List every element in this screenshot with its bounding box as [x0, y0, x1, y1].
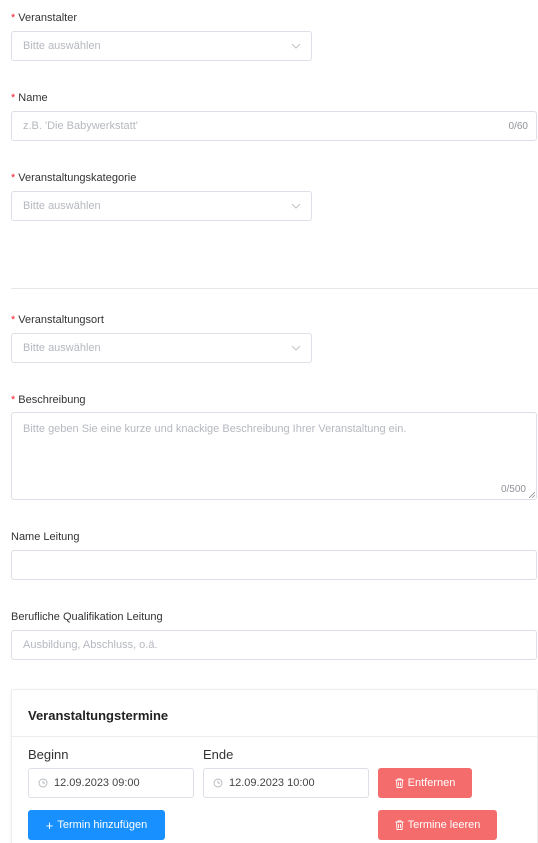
ende-datetime-input[interactable]: 12.09.2023 10:00: [203, 768, 369, 798]
kategorie-label: * Veranstaltungskategorie: [11, 172, 137, 184]
ende-label: Ende: [203, 747, 234, 762]
clear-termine-button[interactable]: Termine leeren: [378, 810, 497, 840]
name-char-counter: 0/60: [508, 120, 528, 132]
section-divider: [11, 288, 538, 289]
clock-icon: [213, 778, 223, 788]
termine-card: Veranstaltungstermine Beginn Ende 12.09.…: [11, 689, 538, 843]
ort-select[interactable]: Bitte auswählen: [11, 333, 312, 363]
qualifikation-label: Berufliche Qualifikation Leitung: [11, 611, 163, 623]
plus-icon: +: [45, 817, 54, 833]
remove-termin-button[interactable]: Entfernen: [378, 768, 472, 798]
beschreibung-label: * Beschreibung: [11, 394, 86, 406]
trash-icon: [395, 820, 404, 830]
veranstalter-select[interactable]: Bitte auswählen: [11, 31, 312, 61]
resize-handle-icon[interactable]: [529, 492, 535, 498]
add-termin-button[interactable]: + Termin hinzufügen: [28, 810, 165, 840]
beschreibung-textarea[interactable]: Bitte geben Sie eine kurze und knackige …: [11, 412, 537, 500]
name-label: * Name: [11, 92, 48, 104]
ort-label: * Veranstaltungsort: [11, 314, 104, 326]
chevron-down-icon: [291, 345, 301, 351]
trash-icon: [395, 778, 404, 788]
name-input[interactable]: z.B. 'Die Babywerkstatt' 0/60: [11, 111, 537, 141]
kategorie-select[interactable]: Bitte auswählen: [11, 191, 312, 221]
termine-title: Veranstaltungstermine: [28, 708, 169, 723]
qualifikation-input[interactable]: Ausbildung, Abschluss, o.ä.: [11, 630, 537, 660]
beginn-label: Beginn: [28, 747, 69, 762]
chevron-down-icon: [291, 203, 301, 209]
leitung-label: Name Leitung: [11, 531, 80, 543]
beginn-datetime-input[interactable]: 12.09.2023 09:00: [28, 768, 194, 798]
leitung-input[interactable]: [11, 550, 537, 580]
beschreibung-char-counter: 0/500: [500, 484, 526, 495]
clock-icon: [38, 778, 48, 788]
card-divider: [12, 736, 537, 737]
chevron-down-icon: [291, 43, 301, 49]
veranstalter-label: * Veranstalter: [11, 12, 77, 24]
